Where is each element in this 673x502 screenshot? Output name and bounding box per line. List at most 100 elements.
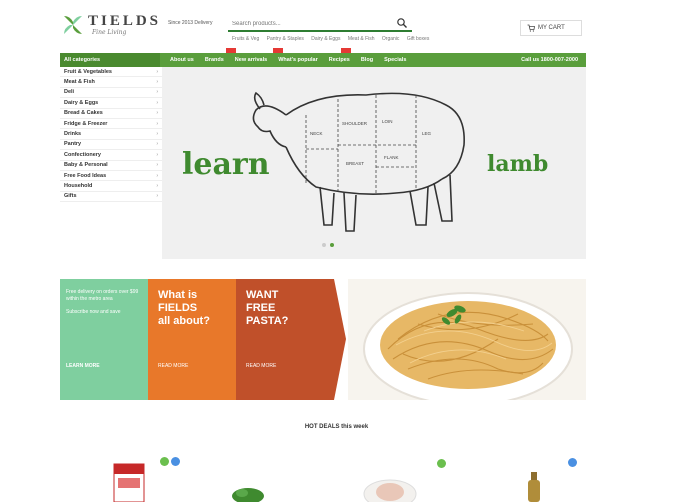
chevron-right-icon: › bbox=[156, 182, 158, 189]
product-image[interactable] bbox=[110, 462, 150, 502]
sidebar-item[interactable]: Bread & Cakes › bbox=[60, 109, 162, 119]
chevron-right-icon: › bbox=[156, 79, 158, 86]
sidebar-item-label: Fridge & Freezer bbox=[64, 120, 108, 127]
pasta-plate-illustration bbox=[363, 292, 573, 400]
promo-pasta-card[interactable]: WANT FREE PASTA? READ MORE bbox=[236, 279, 332, 400]
search-input[interactable] bbox=[232, 19, 382, 29]
sidebar-item-label: Pantry bbox=[64, 141, 82, 148]
chevron-right-icon: › bbox=[156, 131, 158, 138]
main-nav: All categories About us Brands New arriv… bbox=[60, 53, 586, 67]
chevron-right-icon: › bbox=[156, 89, 158, 96]
nav-phone[interactable]: Call us 1800-007-2000 bbox=[521, 57, 586, 63]
carousel-dot[interactable] bbox=[322, 243, 326, 247]
sidebar-item-label: Household bbox=[64, 182, 93, 189]
all-categories-toggle[interactable]: All categories bbox=[60, 53, 160, 67]
promo-about-title: What is FIELDS all about? bbox=[158, 289, 210, 327]
category-sidebar: Fruit & Vegetables › Meat & Fish › Deli › D… bbox=[60, 67, 162, 259]
chevron-right-icon: › bbox=[156, 110, 158, 117]
svg-text:FLANK: FLANK bbox=[384, 155, 399, 160]
sidebar-item[interactable]: Pantry › bbox=[60, 140, 162, 151]
quick-link[interactable]: Dairy & Eggs bbox=[311, 36, 340, 42]
promo-info-link[interactable]: LEARN MORE bbox=[66, 363, 100, 369]
site-header: TIELDS Fine Living Since 2013 Delivery F… bbox=[0, 0, 673, 52]
promo-about-card[interactable]: What is FIELDS all about? READ MORE bbox=[148, 279, 236, 400]
pasta-image bbox=[348, 279, 586, 400]
header-note: Since 2013 Delivery bbox=[168, 20, 213, 26]
carousel-dot-active[interactable] bbox=[330, 243, 334, 247]
sidebar-item[interactable]: Dairy & Eggs › bbox=[60, 98, 162, 109]
search-bar bbox=[228, 17, 412, 32]
hero-banner[interactable]: learn lamb NECK SHOULDER LOIN LEG BREAST… bbox=[162, 67, 586, 259]
nav-links: About us Brands New arrivals What's popu… bbox=[160, 57, 406, 63]
sidebar-item-label: Meat & Fish bbox=[64, 79, 95, 86]
status-badge bbox=[437, 459, 446, 468]
sidebar-item-label: Fruit & Vegetables bbox=[64, 68, 112, 75]
nav-link[interactable]: What's popular bbox=[278, 57, 318, 63]
sidebar-item[interactable]: Fridge & Freezer › bbox=[60, 119, 162, 130]
quick-link[interactable]: Pantry & Staples bbox=[267, 36, 304, 42]
sidebar-item[interactable]: Gifts › bbox=[60, 192, 162, 203]
cart-icon bbox=[527, 24, 535, 32]
cart-button[interactable]: MY CART bbox=[520, 20, 582, 36]
leaf-logo-icon[interactable] bbox=[62, 14, 84, 36]
chevron-right-icon: › bbox=[156, 162, 158, 169]
sidebar-item-label: Deli bbox=[64, 89, 75, 96]
status-badge bbox=[568, 458, 577, 467]
carousel-dots bbox=[322, 243, 334, 247]
chevron-right-icon: › bbox=[156, 141, 158, 148]
sidebar-item-label: Baby & Personal bbox=[64, 162, 108, 169]
quick-link[interactable]: Fruits & Veg bbox=[232, 36, 259, 42]
status-badge bbox=[171, 457, 180, 466]
cart-label: MY CART bbox=[538, 25, 565, 31]
svg-text:BREAST: BREAST bbox=[346, 161, 364, 166]
sidebar-item-label: Gifts bbox=[64, 193, 77, 200]
chevron-right-icon: › bbox=[156, 151, 158, 158]
logo-tagline: Fine Living bbox=[92, 29, 127, 36]
quick-links: Fruits & Veg Pantry & Staples Dairy & Eg… bbox=[232, 36, 435, 42]
hero-right-text: lamb bbox=[487, 151, 549, 177]
promo-pasta-link[interactable]: READ MORE bbox=[246, 363, 276, 369]
sidebar-item[interactable]: Free Food Ideas › bbox=[60, 171, 162, 182]
nav-link[interactable]: New arrivals bbox=[235, 57, 267, 63]
sidebar-item-label: Bread & Cakes bbox=[64, 110, 103, 117]
promo-info-line: Free delivery on orders over $99 within … bbox=[66, 289, 139, 302]
sidebar-item-label: Drinks bbox=[64, 131, 82, 138]
logo-name[interactable]: TIELDS bbox=[88, 13, 161, 30]
chevron-right-icon: › bbox=[156, 68, 158, 75]
chevron-divider bbox=[332, 279, 346, 400]
quick-link[interactable]: Gift boxes bbox=[407, 36, 430, 42]
section-title: HOT DEALS this week bbox=[304, 424, 369, 430]
promo-info-sub: Subscribe now and save bbox=[66, 309, 121, 315]
sidebar-item-label: Confectionery bbox=[64, 151, 101, 158]
nav-link[interactable]: Specials bbox=[384, 57, 406, 63]
product-image[interactable] bbox=[360, 478, 420, 502]
svg-text:SHOULDER: SHOULDER bbox=[342, 121, 368, 126]
sidebar-item[interactable]: Confectionery › bbox=[60, 150, 162, 161]
sidebar-item[interactable]: Baby & Personal › bbox=[60, 161, 162, 171]
nav-link[interactable]: About us bbox=[170, 57, 194, 63]
nav-link[interactable]: Brands bbox=[205, 57, 224, 63]
chevron-right-icon: › bbox=[156, 99, 158, 106]
svg-text:LOIN: LOIN bbox=[382, 119, 393, 124]
quick-link[interactable]: Meat & Fish bbox=[348, 36, 375, 42]
sidebar-item[interactable]: Household › bbox=[60, 181, 162, 192]
sidebar-item[interactable]: Deli › bbox=[60, 88, 162, 99]
promo-info-card[interactable]: Free delivery on orders over $99 within … bbox=[60, 279, 148, 400]
sidebar-item[interactable]: Fruit & Vegetables › bbox=[60, 67, 162, 78]
nav-link[interactable]: Recipes bbox=[329, 57, 350, 63]
product-image[interactable] bbox=[524, 472, 544, 502]
product-image[interactable] bbox=[228, 484, 268, 502]
search-icon[interactable] bbox=[396, 17, 408, 29]
svg-text:LEG: LEG bbox=[422, 131, 432, 136]
sidebar-item[interactable]: Meat & Fish › bbox=[60, 77, 162, 88]
promo-pasta-title: WANT FREE PASTA? bbox=[246, 289, 289, 327]
promo-panel: Free delivery on orders over $99 within … bbox=[60, 279, 586, 400]
sidebar-item[interactable]: Drinks › bbox=[60, 129, 162, 140]
quick-link[interactable]: Organic bbox=[382, 36, 400, 42]
promo-about-link[interactable]: READ MORE bbox=[158, 363, 188, 369]
sidebar-item-label: Free Food Ideas bbox=[64, 172, 107, 179]
chevron-right-icon: › bbox=[156, 172, 158, 179]
chevron-right-icon: › bbox=[156, 193, 158, 200]
svg-text:NECK: NECK bbox=[310, 131, 323, 136]
nav-link[interactable]: Blog bbox=[361, 57, 373, 63]
